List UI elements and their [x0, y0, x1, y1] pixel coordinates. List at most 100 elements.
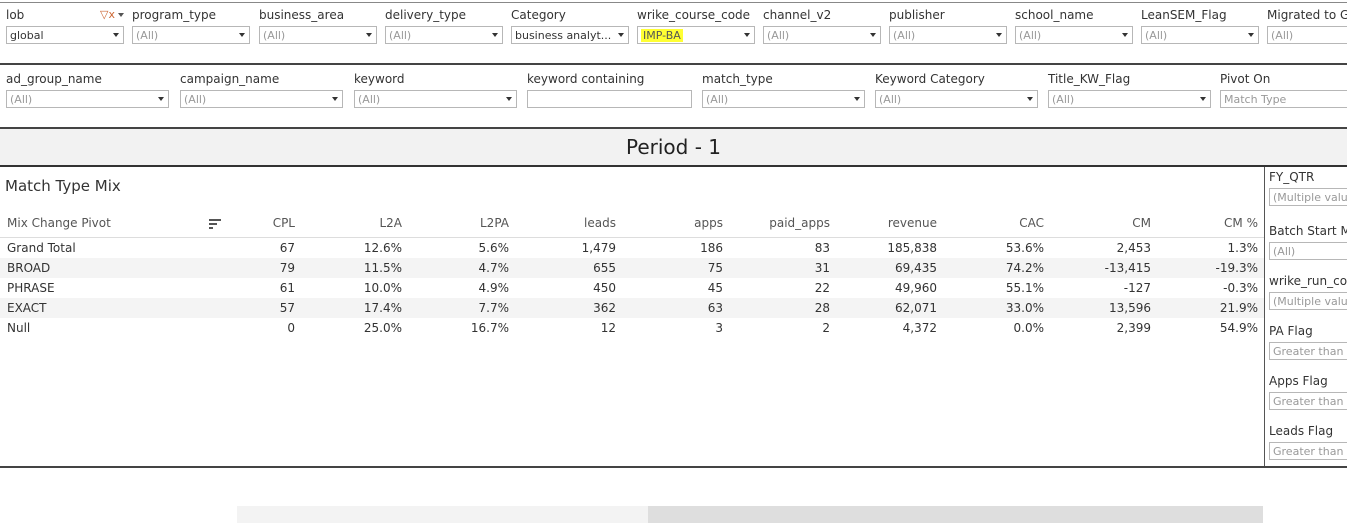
column-header[interactable]: CM %: [1224, 216, 1258, 230]
campaign-name-dropdown[interactable]: (All): [180, 90, 343, 108]
column-header[interactable]: Mix Change Pivot: [7, 216, 111, 230]
program-type-dropdown[interactable]: (All): [132, 26, 250, 44]
column-header[interactable]: apps: [694, 216, 723, 230]
column-header[interactable]: paid_apps: [769, 216, 830, 230]
fy-qtr-dropdown[interactable]: (Multiple value: [1269, 188, 1347, 206]
filter-label: keyword containing: [527, 72, 645, 86]
wrike-course-code-dropdown[interactable]: IMP-BA: [637, 26, 755, 44]
table-row[interactable]: Grand Total 67 12.6% 5.6% 1,479 186 83 185,838 5…: [0, 238, 1264, 258]
pa-flag-dropdown[interactable]: Greater than: [1269, 342, 1347, 360]
table-cell: 7.7%: [478, 301, 510, 315]
table-row[interactable]: EXACT 57 17.4% 7.7% 362 63 28 62,071 33.0% 13,596…: [0, 298, 1264, 318]
table-cell: 74.2%: [1005, 261, 1044, 275]
filter-pivot-on[interactable]: Pivot On Match Type: [1220, 65, 1347, 123]
bottom-border: [0, 466, 1347, 468]
table-cell: 54.9%: [1219, 321, 1258, 335]
dropdown-value: business analyt...: [515, 29, 612, 42]
chevron-down-icon: [996, 33, 1002, 37]
dropdown-value: (All): [184, 93, 207, 106]
filter-campaign-name[interactable]: campaign_name (All): [180, 65, 343, 123]
table-row[interactable]: Null 0 25.0% 16.7% 12 3 2 4,372 0.0% 2,399 54.9%: [0, 318, 1264, 338]
table-cell: 185,838: [887, 241, 937, 255]
table-cell: 31: [814, 261, 830, 275]
filter-keyword[interactable]: keyword (All): [354, 65, 517, 123]
wrike-run-dropdown[interactable]: (Multiple valu: [1269, 292, 1347, 310]
filter-school-name[interactable]: school_name (All): [1015, 3, 1133, 61]
match-type-dropdown[interactable]: (All): [702, 90, 865, 108]
business-area-dropdown[interactable]: (All): [259, 26, 377, 44]
filter-business-area[interactable]: business_area (All): [259, 3, 377, 61]
horizontal-scrollbar-track[interactable]: [237, 506, 648, 523]
dropdown-value: (All): [1019, 29, 1042, 42]
table-row[interactable]: PHRASE 61 10.0% 4.9% 450 45 22 49,960 55.1% -127 -…: [0, 278, 1264, 298]
leansem-flag-dropdown[interactable]: (All): [1141, 26, 1259, 44]
filter-lob[interactable]: lob ▽x global: [6, 3, 124, 61]
filter-keyword-containing[interactable]: keyword containing: [527, 65, 692, 123]
batch-start-dropdown[interactable]: (All): [1269, 242, 1347, 260]
column-header[interactable]: L2A: [379, 216, 402, 230]
filter-publisher[interactable]: publisher (All): [889, 3, 1007, 61]
filter-label: wrike_course_code: [637, 8, 751, 22]
column-header[interactable]: CAC: [1019, 216, 1044, 230]
chevron-down-icon: [113, 33, 119, 37]
lob-dropdown[interactable]: global: [6, 26, 124, 44]
table-cell: 16.7%: [470, 321, 509, 335]
filter-migrated-to-g[interactable]: Migrated to G (All): [1267, 3, 1347, 61]
menu-arrow-icon[interactable]: [118, 13, 124, 17]
chevron-down-icon: [1248, 33, 1254, 37]
keyword-category-dropdown[interactable]: (All): [875, 90, 1038, 108]
dropdown-value: (All): [389, 29, 412, 42]
filter-wrike-course-code[interactable]: wrike_course_code IMP-BA: [637, 3, 755, 61]
table-cell: 1,479: [581, 241, 616, 255]
filter-program-type[interactable]: program_type (All): [132, 3, 250, 61]
ad-group-name-dropdown[interactable]: (All): [6, 90, 169, 108]
table-row[interactable]: BROAD 79 11.5% 4.7% 655 75 31 69,435 74.2% -13,41…: [0, 258, 1264, 278]
apps-flag-dropdown[interactable]: Greater than: [1269, 392, 1347, 410]
migrated-dropdown[interactable]: (All): [1267, 26, 1347, 44]
table-cell: 4.9%: [478, 281, 510, 295]
chevron-down-icon: [1122, 33, 1128, 37]
row-label: EXACT: [7, 301, 47, 315]
dropdown-value: (All): [263, 29, 286, 42]
column-header[interactable]: CM: [1132, 216, 1151, 230]
column-header[interactable]: leads: [584, 216, 616, 230]
leads-flag-dropdown[interactable]: Greater than: [1269, 442, 1347, 460]
filter-label: ad_group_name: [6, 72, 102, 86]
keyword-containing-input[interactable]: [527, 90, 692, 108]
sort-icon[interactable]: [209, 219, 221, 231]
clear-filter-icon[interactable]: ▽x: [100, 8, 115, 21]
column-header[interactable]: L2PA: [480, 216, 509, 230]
table-cell: 25.0%: [363, 321, 402, 335]
dropdown-value: (All): [893, 29, 916, 42]
table-cell: -13,415: [1104, 261, 1151, 275]
filter-match-type[interactable]: match_type (All): [702, 65, 865, 123]
filter-channel-v2[interactable]: channel_v2 (All): [763, 3, 881, 61]
sidebar-filter-label: FY_QTR: [1269, 170, 1315, 184]
table-header: Mix Change Pivot CPL L2A L2PA leads apps…: [0, 215, 1264, 238]
column-header[interactable]: CPL: [273, 216, 295, 230]
filter-title-kw-flag[interactable]: Title_KW_Flag (All): [1048, 65, 1211, 123]
filter-keyword-category[interactable]: Keyword Category (All): [875, 65, 1038, 123]
title-kw-flag-dropdown[interactable]: (All): [1048, 90, 1211, 108]
pivot-on-input[interactable]: Match Type: [1220, 90, 1347, 108]
table-cell: 11.5%: [363, 261, 402, 275]
filter-ad-group-name[interactable]: ad_group_name (All): [6, 65, 169, 123]
chevron-down-icon: [1200, 97, 1206, 101]
filter-delivery-type[interactable]: delivery_type (All): [385, 3, 503, 61]
keyword-dropdown[interactable]: (All): [354, 90, 517, 108]
filter-category[interactable]: Category business analyt...: [511, 3, 629, 61]
horizontal-scrollbar-thumb[interactable]: [648, 506, 1263, 523]
filter-leansem-flag[interactable]: LeanSEM_Flag (All): [1141, 3, 1259, 61]
filter-label: school_name: [1015, 8, 1094, 22]
dropdown-value: (All): [767, 29, 790, 42]
table-cell: -19.3%: [1215, 261, 1258, 275]
category-dropdown[interactable]: business analyt...: [511, 26, 629, 44]
delivery-type-dropdown[interactable]: (All): [385, 26, 503, 44]
chevron-down-icon: [744, 33, 750, 37]
column-header[interactable]: revenue: [888, 216, 937, 230]
publisher-dropdown[interactable]: (All): [889, 26, 1007, 44]
channel-v2-dropdown[interactable]: (All): [763, 26, 881, 44]
school-name-dropdown[interactable]: (All): [1015, 26, 1133, 44]
table-cell: 2,453: [1116, 241, 1151, 255]
table-cell: 55.1%: [1005, 281, 1044, 295]
